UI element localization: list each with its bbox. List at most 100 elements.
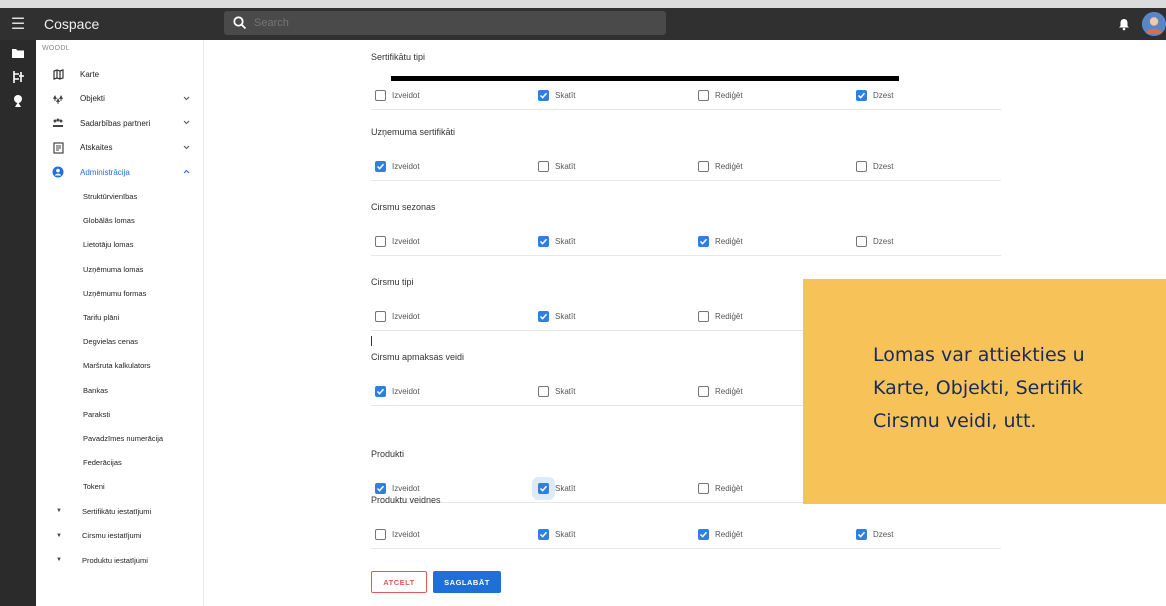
avatar[interactable] [1142, 12, 1166, 36]
checkbox-empty-icon[interactable] [375, 90, 386, 101]
sidebar-subitem-strukturvienibas[interactable]: Struktūrvienības [36, 185, 203, 209]
permission-edit-checkbox[interactable]: Rediģēt [698, 161, 743, 172]
sidebar-item-atskaites[interactable]: Atskaites [36, 136, 203, 161]
checkbox-empty-icon[interactable] [698, 90, 709, 101]
section-title: Cirsmu sezonas [371, 202, 436, 212]
sidebar-subitem-degvielas-cenas[interactable]: Degvielas cenas [36, 330, 203, 354]
checkbox-empty-icon[interactable] [856, 236, 867, 247]
checkbox-checked-icon[interactable] [538, 311, 549, 322]
permission-create-checkbox[interactable]: Izveidot [375, 483, 420, 494]
permission-label: Izveidot [392, 312, 420, 321]
cancel-button[interactable]: ATCELT [371, 571, 427, 593]
text-cursor [371, 336, 372, 346]
permission-label: Skatīt [555, 530, 576, 539]
sidebar-group-sertifikatu-iestatijumi[interactable]: ▼ Sertifikātu iestatījumi [36, 499, 203, 524]
checkbox-checked-icon[interactable] [698, 236, 709, 247]
checkbox-checked-icon[interactable] [375, 483, 386, 494]
sidebar-group-label: Produktu iestatījumi [82, 555, 148, 565]
sidebar-subitem-uznemumu-formas[interactable]: Uzņēmumu formas [36, 281, 203, 305]
checkbox-empty-icon[interactable] [538, 161, 549, 172]
permission-edit-checkbox[interactable]: Rediģēt [698, 311, 743, 322]
sidebar-subitem-marsruta-kalkulators[interactable]: Maršruta kalkulators [36, 354, 203, 378]
permission-view-checkbox[interactable]: Skatīt [538, 386, 575, 397]
location-person-icon[interactable] [11, 94, 25, 108]
checkbox-empty-icon[interactable] [538, 386, 549, 397]
permission-create-checkbox[interactable]: Izveidot [375, 90, 420, 101]
permission-edit-checkbox[interactable]: Rediģēt [698, 483, 743, 494]
sidebar-item-partneri[interactable]: Sadarbības partneri [36, 111, 203, 136]
permission-label: Skatīt [555, 484, 576, 493]
form-actions: ATCELT SAGLABĀT [371, 571, 501, 593]
sidebar-group-label: Sertifikātu iestatījumi [82, 506, 152, 516]
checkbox-checked-icon[interactable] [538, 236, 549, 247]
permission-edit-checkbox[interactable]: Rediģēt [698, 529, 743, 540]
checkbox-checked-icon[interactable] [375, 161, 386, 172]
checkbox-checked-icon[interactable] [698, 529, 709, 540]
checkbox-checked-icon[interactable] [375, 386, 386, 397]
permission-delete-checkbox[interactable]: Dzest [856, 236, 893, 247]
checkbox-checked-icon[interactable] [538, 90, 549, 101]
permission-delete-checkbox[interactable]: Dzest [856, 90, 893, 101]
sidebar-subitem-bankas[interactable]: Bankas [36, 378, 203, 402]
chevron-down-icon[interactable] [182, 143, 191, 152]
sidebar-subitem-federacijas[interactable]: Federācijas [36, 451, 203, 475]
permission-view-checkbox[interactable]: Skatīt [538, 311, 575, 322]
permission-view-checkbox[interactable]: Skatīt [538, 236, 575, 247]
checkbox-empty-icon[interactable] [698, 386, 709, 397]
permission-view-checkbox[interactable]: Skatīt [538, 90, 575, 101]
sidebar-group-cirsmu-iestatijumi[interactable]: ▼ Cirsmu iestatījumi [36, 523, 203, 548]
permission-label: Rediģēt [715, 162, 743, 171]
checkbox-empty-icon[interactable] [698, 161, 709, 172]
checkbox-checked-icon[interactable] [856, 90, 867, 101]
sidebar-subitem-lietotaju-lomas[interactable]: Lietotāju lomas [36, 233, 203, 257]
bell-icon[interactable] [1118, 18, 1130, 31]
checkbox-empty-icon[interactable] [698, 483, 709, 494]
sidebar-item-karte[interactable]: Karte [36, 62, 203, 87]
checkbox-empty-icon[interactable] [375, 311, 386, 322]
app-title: Cospace [44, 16, 100, 32]
save-button[interactable]: SAGLABĀT [433, 571, 501, 593]
sidebar-subitem-uznemuma-lomas[interactable]: Uzņēmuma lomas [36, 257, 203, 281]
checkbox-empty-icon[interactable] [375, 236, 386, 247]
permission-label: Dzest [873, 91, 894, 100]
permission-create-checkbox[interactable]: Izveidot [375, 386, 420, 397]
permission-create-checkbox[interactable]: Izveidot [375, 236, 420, 247]
checkbox-empty-icon[interactable] [698, 311, 709, 322]
callout-note: Lomas var attiekties u Karte, Objekti, S… [803, 279, 1166, 504]
permission-edit-checkbox[interactable]: Rediģēt [698, 90, 743, 101]
permission-view-checkbox[interactable]: Skatīt [538, 483, 575, 494]
sidebar-subitem-tokeni[interactable]: Tokeni [36, 475, 203, 499]
chevron-down-icon[interactable] [182, 94, 191, 103]
permission-label: Rediģēt [715, 312, 743, 321]
menu-icon[interactable]: ☰ [0, 14, 36, 34]
sidebar-item-administracija[interactable]: Administrācija [36, 160, 203, 185]
permission-edit-checkbox[interactable]: Rediģēt [698, 236, 743, 247]
icon-rail [0, 40, 36, 606]
checkbox-checked-icon[interactable] [538, 529, 549, 540]
permission-create-checkbox[interactable]: Izveidot [375, 311, 420, 322]
checkbox-checked-icon[interactable] [856, 529, 867, 540]
permission-delete-checkbox[interactable]: Dzest [856, 529, 893, 540]
sidebar-subitem-tarifu-plani[interactable]: Tarifu plāni [36, 305, 203, 329]
sidebar-item-objekti[interactable]: Objekti [36, 87, 203, 112]
folder-icon[interactable] [11, 46, 25, 60]
sidebar-group-label: Cirsmu iestatījumi [82, 531, 142, 541]
permission-create-checkbox[interactable]: Izveidot [375, 161, 420, 172]
permission-view-checkbox[interactable]: Skatīt [538, 529, 575, 540]
tree-list-icon[interactable] [11, 70, 25, 84]
sidebar-subitem-globalas-lomas[interactable]: Globālās lomas [36, 209, 203, 233]
chevron-down-icon[interactable] [182, 118, 191, 127]
checkbox-checked-icon[interactable] [538, 483, 549, 494]
chevron-up-icon[interactable] [182, 167, 191, 176]
checkbox-empty-icon[interactable] [375, 529, 386, 540]
search-box[interactable] [224, 11, 666, 35]
permission-create-checkbox[interactable]: Izveidot [375, 529, 420, 540]
sidebar-subitem-paraksti[interactable]: Paraksti [36, 402, 203, 426]
sidebar-subitem-pavadzimes-numeracija[interactable]: Pavadzīmes numerācija [36, 426, 203, 450]
sidebar-group-produktu-iestatijumi[interactable]: ▼ Produktu iestatījumi [36, 548, 203, 573]
permission-edit-checkbox[interactable]: Rediģēt [698, 386, 743, 397]
permission-view-checkbox[interactable]: Skatīt [538, 161, 575, 172]
checkbox-empty-icon[interactable] [856, 161, 867, 172]
search-input[interactable] [254, 17, 654, 29]
permission-delete-checkbox[interactable]: Dzest [856, 161, 893, 172]
